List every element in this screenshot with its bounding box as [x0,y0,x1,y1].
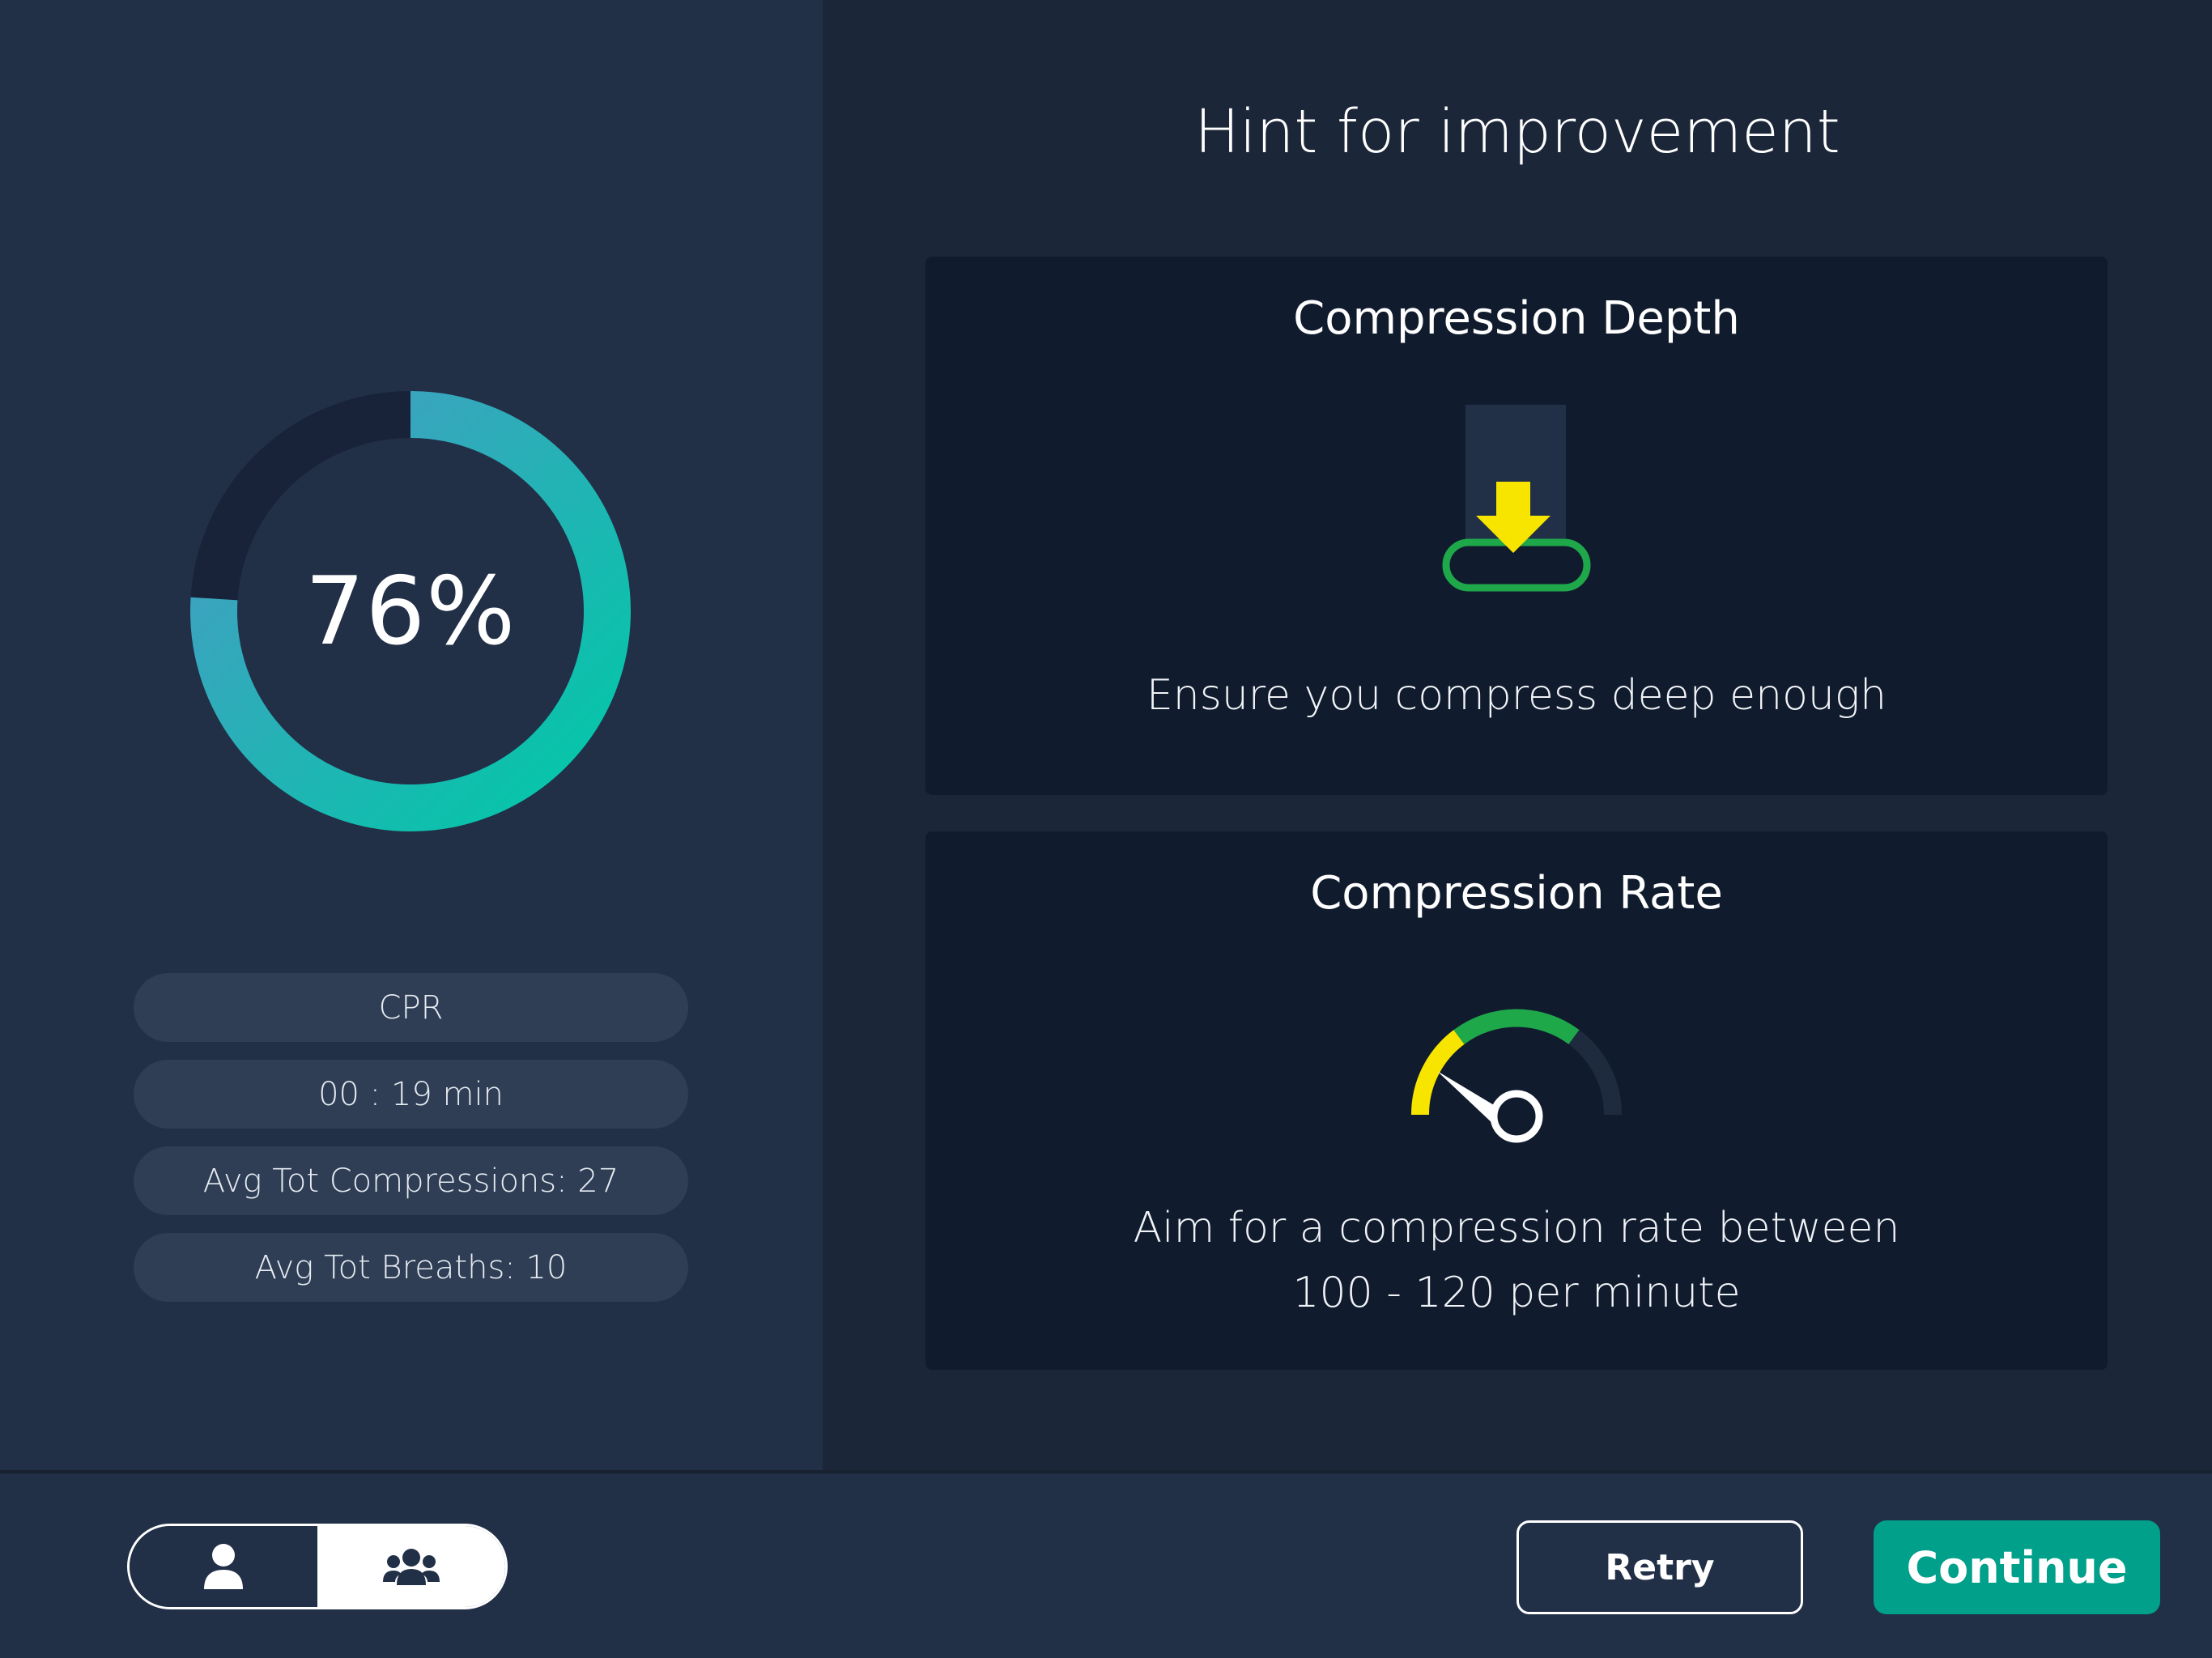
retry-button[interactable]: Retry [1516,1520,1803,1614]
single-user-toggle-button[interactable] [130,1526,317,1607]
group-icon [383,1549,440,1585]
continue-button[interactable]: Continue [1874,1520,2160,1614]
score-ring: 76% [189,390,632,832]
stats-list: CPR 00 : 19 min Avg Tot Compressions: 27… [134,973,688,1320]
compression-depth-text: Ensure you compress deep enough [1146,671,1887,720]
compression-rate-title: Compression Rate [1310,867,1723,920]
hints-title: Hint for improvement [1194,97,1840,167]
compression-depth-card: Compression Depth Ensure you compress de… [925,257,2108,795]
score-percentage: 76% [304,556,517,666]
stat-mode: CPR [134,973,688,1042]
compression-depth-icon [1442,405,1591,592]
person-icon [204,1544,243,1589]
stat-compressions: Avg Tot Compressions: 27 [134,1146,688,1215]
compression-rate-text-line2: 100 - 120 per minute [1292,1269,1741,1317]
rate-gauge-icon [1410,1009,1623,1143]
compression-rate-text-line1: Aim for a compression rate between [1133,1204,1900,1252]
stat-duration: 00 : 19 min [134,1060,688,1129]
compression-rate-card: Compression Rate Aim for a compression r… [925,831,2108,1370]
group-toggle-button[interactable] [317,1526,505,1607]
compression-depth-title: Compression Depth [1293,292,1740,345]
stat-breaths: Avg Tot Breaths: 10 [134,1233,688,1302]
mode-toggle [127,1524,508,1609]
